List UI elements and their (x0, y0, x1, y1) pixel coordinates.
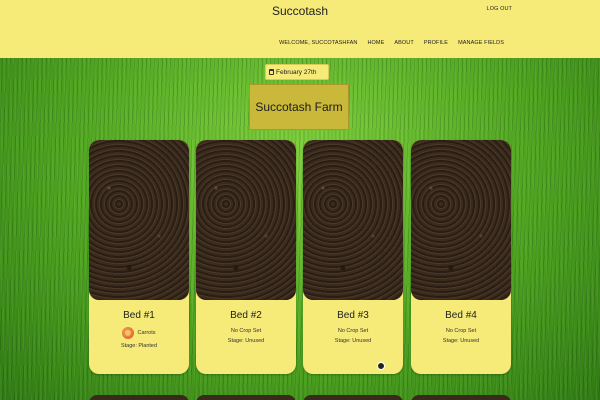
bed-card-partial[interactable] (411, 395, 511, 400)
date-picker[interactable]: February 27th (265, 64, 329, 80)
bed-card-partial[interactable] (196, 395, 296, 400)
stage-label: Stage: Planted (120, 343, 158, 349)
bed-name: Bed #1 (123, 310, 155, 321)
mouse-cursor (377, 362, 385, 370)
bed-name: Bed #2 (230, 310, 262, 321)
crop-label: No Crop Set (230, 328, 262, 334)
crop-label: No Crop Set (445, 328, 477, 334)
soil-image (411, 140, 511, 300)
bed-name: Bed #4 (445, 310, 477, 321)
soil-image (89, 140, 189, 300)
bed-card-3[interactable]: Bed #3 No Crop Set Stage: Unused (303, 140, 403, 374)
bed-card-partial[interactable] (89, 395, 189, 400)
farm-title: Succotash Farm (249, 84, 349, 130)
nav-about[interactable]: ABOUT (394, 40, 413, 46)
nav-links: WELCOME, SUCCOTASHFAN HOME ABOUT PROFILE… (279, 40, 504, 46)
bed-name: Bed #3 (337, 310, 369, 321)
soil-image (196, 140, 296, 300)
logout-link[interactable]: LOG OUT (487, 6, 512, 12)
nav-welcome: WELCOME, SUCCOTASHFAN (279, 40, 358, 46)
stage-label: Stage: Unused (334, 338, 372, 344)
top-navbar: Succotash LOG OUT WELCOME, SUCCOTASHFAN … (0, 0, 600, 58)
bed-card-partial[interactable] (303, 395, 403, 400)
crop-label: No Crop Set (337, 328, 369, 334)
stage-label: Stage: Unused (442, 338, 480, 344)
nav-profile[interactable]: PROFILE (424, 40, 448, 46)
nav-manage-fields[interactable]: MANAGE FIELDS (458, 40, 504, 46)
shrimp-icon (122, 327, 135, 339)
soil-image (303, 140, 403, 300)
stage-label: Stage: Unused (227, 338, 265, 344)
crop-row: Carrots (89, 327, 189, 339)
bed-card-4[interactable]: Bed #4 No Crop Set Stage: Unused (411, 140, 511, 374)
bed-card-2[interactable]: Bed #2 No Crop Set Stage: Unused (196, 140, 296, 374)
nav-home[interactable]: HOME (367, 40, 384, 46)
bed-card-1[interactable]: Bed #1 Carrots Stage: Planted (89, 140, 189, 374)
crop-label: Carrots (137, 330, 156, 336)
calendar-icon (269, 69, 274, 75)
date-label: February 27th (276, 68, 317, 76)
